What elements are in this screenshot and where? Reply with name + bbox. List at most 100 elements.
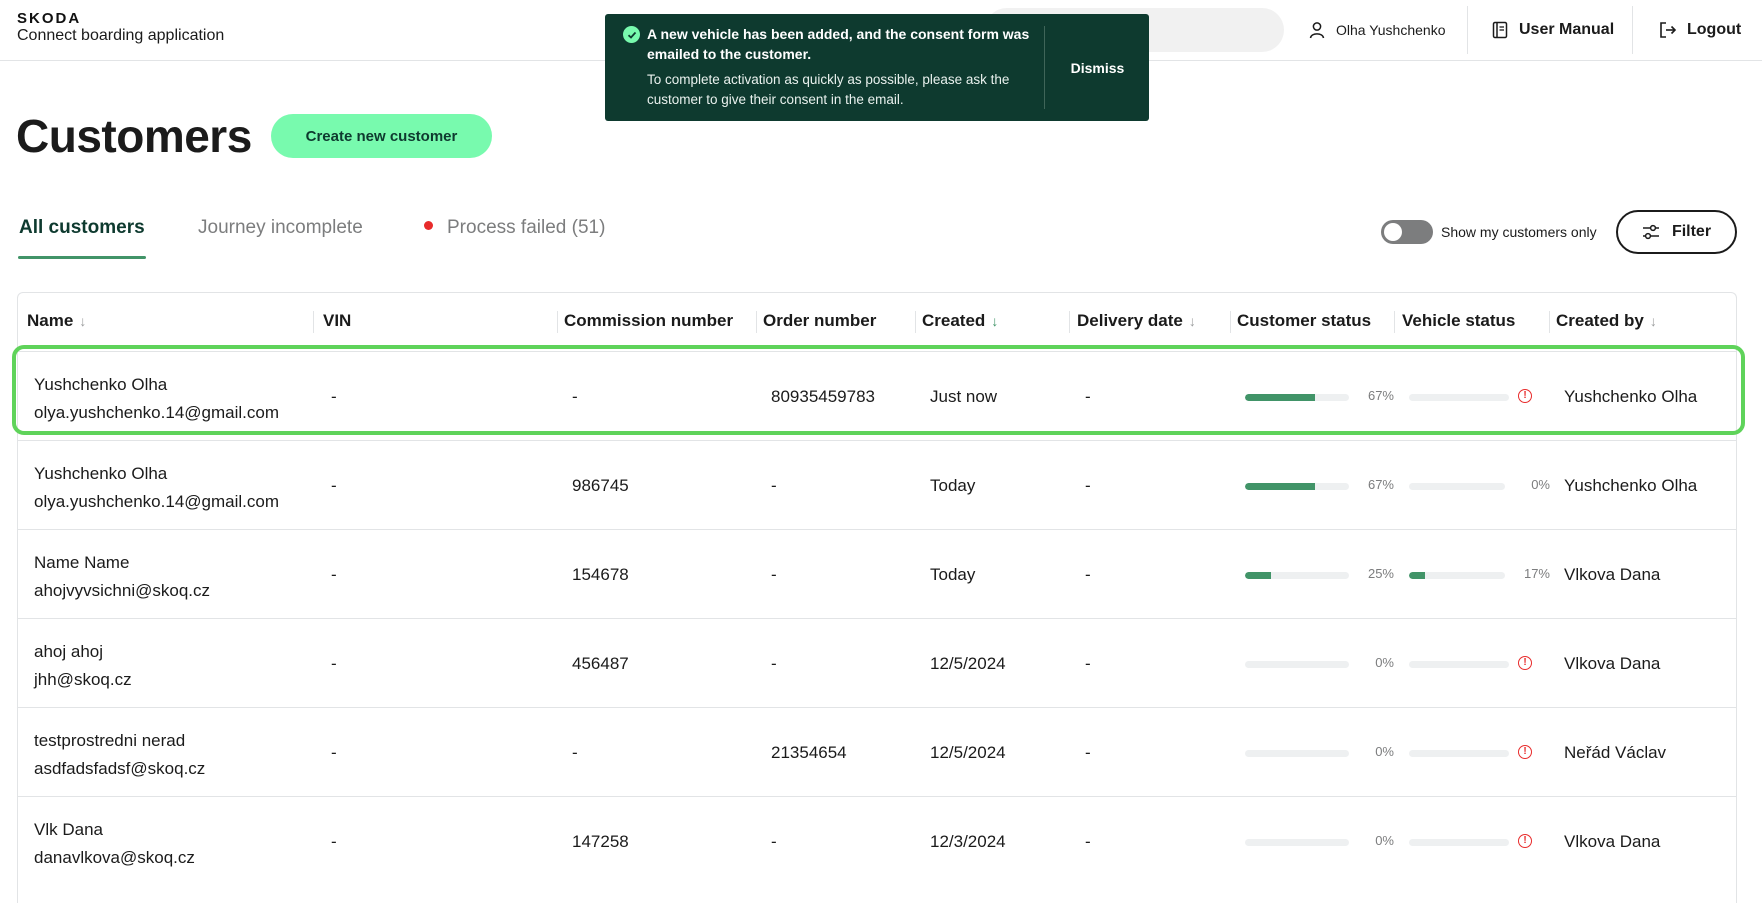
column-label: VIN [323,311,352,330]
tab-all-customers[interactable]: All customers [19,217,145,247]
created-by: Yushchenko Olha [1564,476,1698,495]
column-header-created-by[interactable]: Created by ↓ [1556,311,1657,331]
user-profile[interactable]: Olha Yushchenko [1308,0,1446,60]
filter-button[interactable]: Filter [1616,210,1737,254]
created-date: Just now [930,387,998,406]
column-divider [756,311,757,333]
column-header-created[interactable]: Created ↓ [922,311,998,331]
create-customer-button[interactable]: Create new customer [271,114,492,158]
customer-status-percent: 67% [1367,477,1394,492]
delivery-date: - [1085,387,1091,406]
vehicle-status-bar [1409,750,1509,757]
customer-status-bar [1245,394,1349,401]
dismiss-button[interactable]: Dismiss [1046,14,1149,121]
vehicle-status-bar [1409,839,1509,846]
order-number: 80935459783 [771,387,876,406]
sliders-icon [1642,224,1659,240]
user-name: Olha Yushchenko [1336,22,1446,38]
customer-name: Vlk Dana [34,820,103,839]
vin-value: - [331,654,337,673]
customer-name: ahoj ahoj [34,642,104,661]
table-row[interactable]: Vlk Dana danavlkova@skoq.cz - 147258 - 12/3/2… [18,796,1736,885]
check-circle-icon [623,26,640,43]
logout-button[interactable]: Logout [1659,0,1741,60]
customer-status-bar [1245,750,1349,757]
vin-value: - [331,565,337,584]
book-icon [1492,21,1508,39]
created-date: 12/5/2024 [930,743,1006,762]
commission-number: 154678 [572,565,629,584]
column-divider [557,311,558,333]
customer-status-percent: 0% [1375,655,1394,670]
sort-arrow-icon: ↓ [991,313,999,329]
created-by: Yushchenko Olha [1564,387,1698,406]
toggle-knob [1384,223,1402,241]
customer-status-fill [1245,572,1271,579]
commission-number: 147258 [572,832,629,851]
customers-table: Name ↓ VIN Commission number Order number… [17,292,1737,903]
app-name: Connect boarding application [17,27,225,44]
delivery-date: - [1085,832,1091,851]
tab-journey-incomplete[interactable]: Journey incomplete [198,217,363,247]
table-header: Name ↓ VIN Commission number Order number… [18,293,1736,351]
column-label: Customer status [1237,311,1372,330]
customer-email: ahojvyvsichni@skoq.cz [34,581,210,600]
table-row[interactable]: Name Name ahojvyvsichni@skoq.cz - 154678 - To… [18,529,1736,618]
column-header-name[interactable]: Name ↓ [27,311,86,331]
customer-email: olya.yushchenko.14@gmail.com [34,403,279,422]
customer-name: Yushchenko Olha [34,375,168,394]
column-label: Commission number [564,311,734,330]
created-date: Today [930,476,976,495]
customer-status-fill [1245,394,1315,401]
sort-arrow-icon: ↓ [1649,313,1657,329]
vin-value: - [331,832,337,851]
vin-value: - [331,387,337,406]
customer-status-percent: 67% [1367,388,1394,403]
delivery-date: - [1085,476,1091,495]
order-number: - [771,476,777,495]
order-number: - [771,832,777,851]
user-manual-button[interactable]: User Manual [1492,0,1614,60]
logout-icon [1660,22,1677,38]
active-tab-indicator [18,256,146,259]
customer-email: olya.yushchenko.14@gmail.com [34,492,279,511]
created-date: 12/3/2024 [930,832,1006,851]
error-icon: ! [1518,745,1532,759]
column-header-vehicle-status: Vehicle status [1402,311,1515,331]
commission-number: 986745 [572,476,629,495]
page-title: Customers [16,110,252,162]
tab-process-failed-label: Process failed (51) [447,217,606,238]
customer-name: Name Name [34,553,130,572]
customer-name: Yushchenko Olha [34,464,168,483]
tab-process-failed[interactable]: Process failed (51) [424,217,605,247]
column-label: Vehicle status [1402,311,1516,330]
column-header-delivery-date[interactable]: Delivery date ↓ [1077,311,1196,331]
customer-email: jhh@skoq.cz [34,670,132,689]
toast-title: A new vehicle has been added, and the co… [647,26,1030,62]
table-row[interactable]: Yushchenko Olha olya.yushchenko.14@gmail.… [18,351,1736,440]
vehicle-status-bar [1409,483,1505,490]
created-by: Vlkova Dana [1564,565,1661,584]
vin-value: - [331,476,337,495]
brand-wordmark: SKODA [17,10,82,27]
vin-value: - [331,743,337,762]
customer-status-bar [1245,572,1349,579]
order-number: 21354654 [771,743,847,762]
skoda-logo[interactable]: SKODA Connect boarding application [17,10,225,45]
vehicle-status-percent: 0% [1531,477,1550,492]
column-header-commission: Commission number [564,311,733,331]
logout-label: Logout [1687,21,1742,38]
column-label: Order number [763,311,877,330]
created-date: Today [930,565,976,584]
commission-number: - [572,743,578,762]
my-customers-toggle[interactable] [1381,220,1433,244]
column-header-customer-status: Customer status [1237,311,1371,331]
customer-status-bar [1245,661,1349,668]
vehicle-status-bar [1409,572,1505,579]
table-row[interactable]: ahoj ahoj jhh@skoq.cz - 456487 - 12/5/2024 - 0%… [18,618,1736,707]
table-row[interactable]: testprostredni nerad asdfadsfadsf@skoq.cz… [18,707,1736,796]
user-manual-label: User Manual [1519,21,1615,38]
table-row[interactable]: Yushchenko Olha olya.yushchenko.14@gmail.… [18,440,1736,529]
commission-number: - [572,387,578,406]
created-by: Vlkova Dana [1564,832,1661,851]
